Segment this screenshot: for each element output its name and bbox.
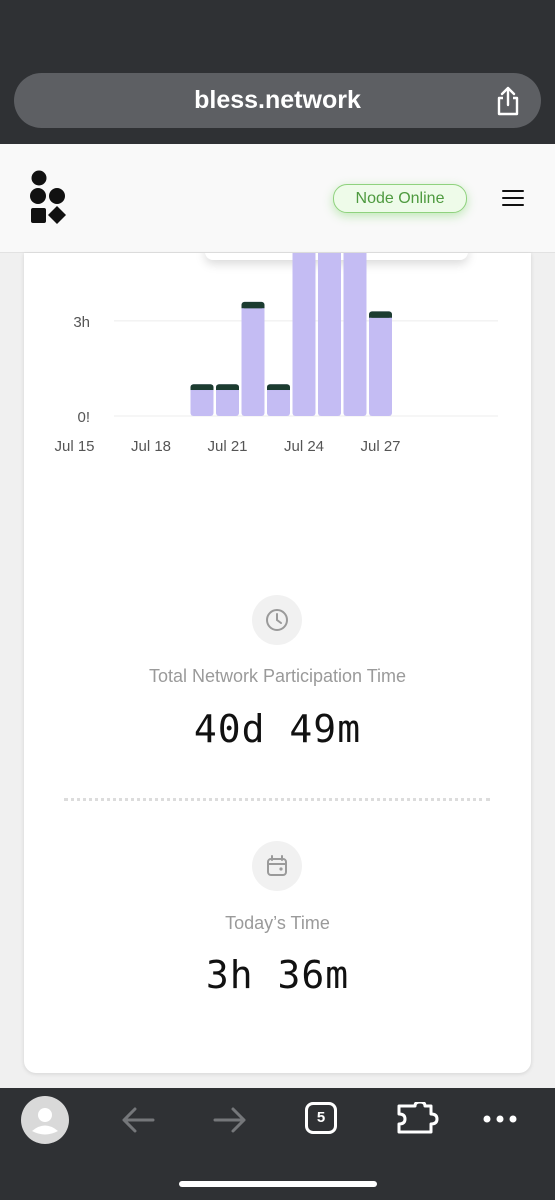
total-time-value: 40d 49m	[193, 707, 362, 751]
chart-bar[interactable]	[343, 253, 367, 416]
home-indicator	[179, 1181, 377, 1187]
chart-bar-cap-edge	[267, 387, 290, 391]
x-tick-label: Jul 15	[54, 438, 94, 455]
chart-bar[interactable]	[318, 253, 341, 416]
site-header: Node Online	[0, 144, 555, 253]
back-arrow-icon[interactable]	[120, 1105, 156, 1135]
chart-bar-cap-edge	[241, 305, 265, 309]
forward-arrow-icon[interactable]	[212, 1105, 248, 1135]
chart-bar-cap-edge	[216, 387, 239, 391]
divider	[64, 798, 490, 801]
clock-icon-circle	[252, 595, 302, 645]
x-tick-label: Jul 24	[284, 438, 324, 455]
browser-toolbar: bless.network	[0, 0, 555, 144]
chart-bar[interactable]	[369, 311, 392, 416]
chart-bar-cap-edge	[369, 314, 392, 318]
today-time-value: 3h 36m	[205, 953, 350, 997]
chart-bar-cap-edge	[190, 387, 214, 391]
url-text: bless.network	[194, 86, 361, 114]
chart-bar[interactable]	[241, 301, 265, 416]
x-tick-label: Jul 21	[207, 438, 247, 455]
calendar-icon-circle	[252, 841, 302, 891]
profile-avatar-icon[interactable]	[21, 1096, 69, 1144]
total-time-label: Total Network Participation Time	[148, 666, 407, 686]
hamburger-menu-icon[interactable]	[501, 188, 525, 208]
stats-card: 0! 3h Jul 15 Jul 18 Jul 21 Jul 24 Jul 27 Total…	[24, 253, 531, 1073]
x-tick-label: Jul 18	[131, 438, 171, 455]
node-status-badge[interactable]: Node Online	[333, 184, 467, 213]
chart-bar[interactable]	[292, 253, 316, 416]
share-icon[interactable]	[493, 85, 523, 117]
clock-icon	[266, 609, 288, 631]
y-tick-label: 0!	[77, 409, 90, 426]
calendar-icon	[267, 855, 287, 876]
more-options-icon[interactable]	[482, 1114, 518, 1124]
daily-time-chart: 0! 3h Jul 15 Jul 18 Jul 21 Jul 24 Jul 27	[54, 253, 498, 455]
address-bar[interactable]: bless.network	[14, 73, 541, 128]
tabs-button[interactable]: 5	[305, 1102, 337, 1134]
x-tick-label: Jul 27	[360, 438, 400, 455]
today-time-label: Today’s Time	[225, 913, 330, 933]
bless-logo[interactable]	[28, 168, 70, 228]
extensions-icon[interactable]	[395, 1102, 439, 1136]
y-tick-label: 3h	[73, 314, 90, 331]
